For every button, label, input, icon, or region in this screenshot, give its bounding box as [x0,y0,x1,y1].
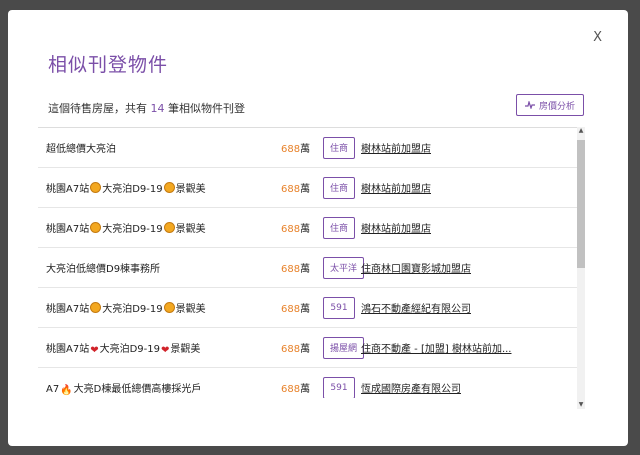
listing-summary: 這個待售房屋，共有 14 筆相似物件刊登 [48,100,245,116]
listing-price: 688萬 [281,140,310,155]
modal-title: 相似刊登物件 [48,54,169,76]
listing-price: 688萬 [281,260,310,275]
price-unit: 萬 [300,384,311,395]
source-badge[interactable]: 太平洋 [323,256,365,279]
listing-title-text: 桃園A7站 [46,304,90,315]
listing-title-text: 大亮泊D9-19 [102,184,163,195]
listing-title: A7🔥大亮D棟最低總價高樓採光戶 [46,380,201,396]
listing-row: 桃園A7站 大亮泊D9-19 景觀美 688萬 住商 樹林站前加盟店 [38,208,577,248]
grin-emoji-icon [90,222,102,233]
listing-price: 688萬 [281,180,310,195]
agency-link[interactable]: 樹林站前加盟店 [361,220,431,235]
source-badge[interactable]: 住商 [323,216,356,239]
agency-link[interactable]: 鴻石不動產經紀有限公司 [361,300,471,315]
listing-title-text: 桃園A7站 [46,224,90,235]
price-unit: 萬 [300,304,311,315]
agency-link[interactable]: 住商林口園寶影城加盟店 [361,260,471,275]
listing-title: 桃園A7站 大亮泊D9-19 景觀美 [46,180,206,195]
price-unit: 萬 [300,184,311,195]
price-analysis-button[interactable]: 房價分析 [515,94,584,116]
agency-link[interactable]: 住商不動產 - [加盟] 樹林站前加... [361,340,511,355]
list-scrollbar[interactable]: ▲ ▼ [577,127,585,409]
listing-price: 688萬 [281,300,310,315]
grin-emoji-icon [90,182,102,193]
price-value: 688 [281,344,301,355]
price-value: 688 [281,184,301,195]
scroll-thumb[interactable] [577,140,585,268]
listing-price: 688萬 [281,380,310,395]
price-unit: 萬 [300,344,311,355]
grin-emoji-icon [90,302,102,313]
listing-title: 桃園A7站❤大亮泊D9-19❤景觀美 [46,340,200,356]
listing-count: 14 [150,102,165,115]
listing-price: 688萬 [281,220,310,235]
listing-row: 大亮泊低總價D9棟事務所 688萬 太平洋 住商林口園寶影城加盟店 [38,248,577,288]
listing-title-text: 大亮泊低總價D9棟事務所 [46,264,161,275]
source-badge[interactable]: 揚屋網 [323,336,365,359]
listing-title-text: 大亮泊D9-19 [102,304,163,315]
trend-line-icon [524,101,535,109]
price-unit: 萬 [300,224,311,235]
grin-emoji-icon [163,182,175,193]
listing-row: 桃園A7站 大亮泊D9-19 景觀美 688萬 591 鴻石不動產經紀有限公司 [38,288,577,328]
listing-title: 桃園A7站 大亮泊D9-19 景觀美 [46,300,206,315]
source-badge[interactable]: 591 [323,296,355,319]
price-value: 688 [281,224,301,235]
listing-title-text: 大亮泊D9-19 [99,343,160,355]
source-badge[interactable]: 住商 [323,176,356,199]
agency-link[interactable]: 樹林站前加盟店 [361,140,431,155]
fire-emoji-icon: 🔥 [60,384,73,396]
heart-emoji-icon: ❤ [161,344,170,356]
grin-emoji-icon [163,302,175,313]
listing-title: 超低總價大亮泊 [46,140,116,155]
price-value: 688 [281,264,301,275]
price-value: 688 [281,144,301,155]
listing-title-text: 景觀美 [175,224,206,235]
price-analysis-label: 房價分析 [538,101,575,112]
price-value: 688 [281,384,301,395]
listing-price: 688萬 [281,340,310,355]
close-button[interactable]: X [593,30,602,45]
summary-suffix: 筆相似物件刊登 [168,102,245,115]
grin-emoji-icon [163,222,175,233]
listing-title-text: 桃園A7站 [46,343,90,355]
listing-row: 桃園A7站❤大亮泊D9-19❤景觀美 688萬 揚屋網 住商不動產 - [加盟] 樹林… [38,328,577,368]
summary-prefix: 這個待售房屋，共有 [48,102,147,115]
arrow-down-icon[interactable]: ▼ [577,401,585,409]
price-value: 688 [281,304,301,315]
listing-row: 桃園A7站 大亮泊D9-19 景觀美 688萬 住商 樹林站前加盟店 [38,168,577,208]
source-badge[interactable]: 591 [323,376,355,398]
listing-title-text: 大亮泊D9-19 [102,224,163,235]
listing-title-text: 景觀美 [175,184,206,195]
listing-title-text: 超低總價大亮泊 [46,144,116,155]
listing-title-text: 景觀美 [175,304,206,315]
listing-list: 超低總價大亮泊 688萬 住商 樹林站前加盟店 桃園A7站 大亮泊D9-19 景觀美 688萬… [38,127,577,398]
price-unit: 萬 [300,264,311,275]
listing-title-text: A7 [46,383,60,395]
arrow-up-icon[interactable]: ▲ [577,127,585,135]
listing-title-text: 桃園A7站 [46,184,90,195]
heart-emoji-icon: ❤ [90,344,99,356]
source-badge[interactable]: 住商 [323,136,356,159]
listing-title-text: 景觀美 [170,343,201,355]
agency-link[interactable]: 恆成國際房產有限公司 [361,380,461,395]
agency-link[interactable]: 樹林站前加盟店 [361,180,431,195]
price-unit: 萬 [300,144,311,155]
listing-row: 超低總價大亮泊 688萬 住商 樹林站前加盟店 [38,128,577,168]
listing-title: 桃園A7站 大亮泊D9-19 景觀美 [46,220,206,235]
listing-row: A7🔥大亮D棟最低總價高樓採光戶 688萬 591 恆成國際房產有限公司 [38,368,577,398]
listing-title: 大亮泊低總價D9棟事務所 [46,260,160,275]
listing-title-text: 大亮D棟最低總價高樓採光戶 [73,383,202,395]
